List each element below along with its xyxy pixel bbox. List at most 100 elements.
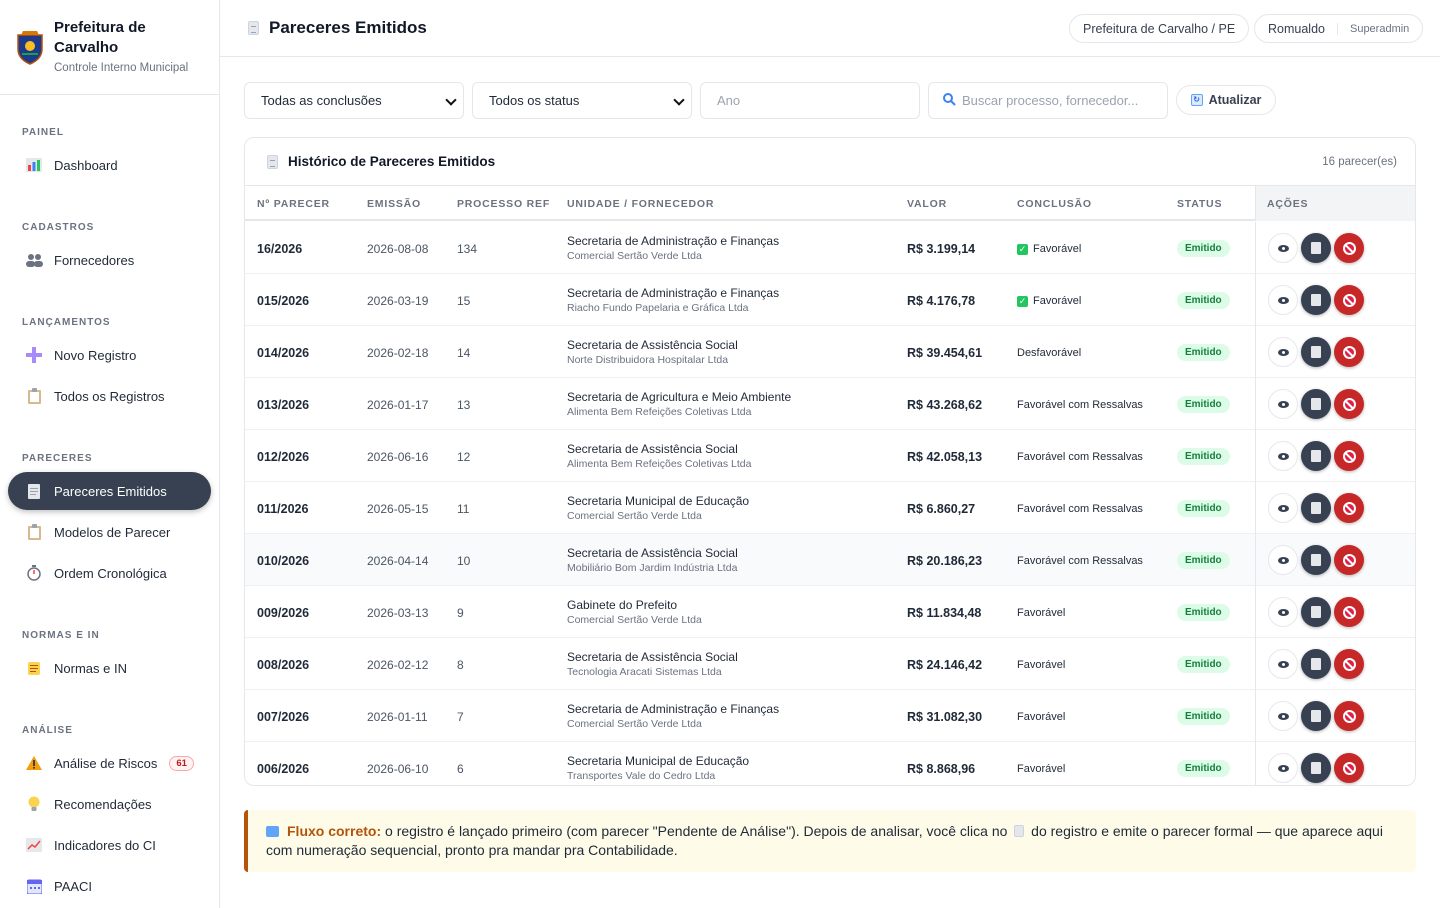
amount: R$ 6.860,27	[907, 502, 976, 516]
document-button[interactable]	[1301, 389, 1331, 419]
cancel-button[interactable]	[1334, 441, 1364, 471]
sidebar-item-todos-registros[interactable]: Todos os Registros	[8, 377, 211, 415]
ban-icon	[1342, 501, 1356, 515]
conclusion-filter-select[interactable]: Todas as conclusões	[244, 82, 464, 119]
parecer-number: 16/2026	[257, 242, 303, 256]
status-badge: Emitido	[1177, 708, 1230, 725]
cancel-button[interactable]	[1334, 285, 1364, 315]
table-row[interactable]: 013/2026 2026-01-17 13 Secretaria de Agricu…	[245, 378, 1415, 430]
document-button[interactable]	[1301, 753, 1331, 783]
cancel-button[interactable]	[1334, 753, 1364, 783]
user-menu[interactable]: Romualdo Superadmin	[1254, 14, 1424, 43]
document-button[interactable]	[1301, 233, 1331, 263]
view-button[interactable]	[1268, 389, 1298, 419]
users-icon	[24, 250, 44, 270]
emission-date: 2026-03-13	[367, 606, 429, 620]
unit-name: Gabinete do Prefeito	[567, 598, 678, 612]
table-row[interactable]: 007/2026 2026-01-11 7 Secretaria de Adminis…	[245, 690, 1415, 742]
table-row[interactable]: 015/2026 2026-03-19 15 Secretaria de Admini…	[245, 274, 1415, 326]
view-button[interactable]	[1268, 545, 1298, 575]
user-name: Romualdo	[1268, 21, 1325, 36]
view-button[interactable]	[1268, 753, 1298, 783]
parecer-number: 012/2026	[257, 450, 310, 464]
emission-date: 2026-05-15	[367, 502, 429, 516]
process-ref: 15	[457, 294, 471, 308]
card-header: Histórico de Pareceres Emitidos 16 parec…	[245, 138, 1415, 186]
sidebar-item-indicadores[interactable]: Indicadores do CI	[8, 826, 211, 864]
amount: R$ 31.082,30	[907, 710, 983, 724]
sidebar-item-analise-riscos[interactable]: Análise de Riscos 61	[8, 744, 211, 782]
stopwatch-icon	[24, 563, 44, 583]
parecer-number: 007/2026	[257, 710, 310, 724]
conclusion: Desfavorável	[1017, 347, 1081, 359]
sidebar-item-normas-in[interactable]: Normas e IN	[8, 649, 211, 687]
cancel-button[interactable]	[1334, 337, 1364, 367]
document-button[interactable]	[1301, 545, 1331, 575]
table-row[interactable]: 011/2026 2026-05-15 11 Secretaria Municipal…	[245, 482, 1415, 534]
cancel-button[interactable]	[1334, 389, 1364, 419]
document-button[interactable]	[1301, 701, 1331, 731]
document-button[interactable]	[1301, 493, 1331, 523]
workflow-note: Fluxo correto: o registro é lançado prim…	[244, 810, 1416, 872]
cancel-button[interactable]	[1334, 493, 1364, 523]
conclusion-text: Desfavorável	[1017, 347, 1082, 359]
table-row[interactable]: 012/2026 2026-06-16 12 Secretaria de Assist…	[245, 430, 1415, 482]
sidebar-item-modelos-parecer[interactable]: Modelos de Parecer	[8, 513, 211, 551]
year-input[interactable]: Ano	[700, 82, 920, 119]
supplier-name: Comercial Sertão Verde Ltda	[567, 250, 702, 262]
document-button[interactable]	[1301, 597, 1331, 627]
amount: R$ 42.058,13	[907, 450, 983, 464]
cancel-button[interactable]	[1334, 649, 1364, 679]
row-actions	[1255, 742, 1415, 785]
cancel-button[interactable]	[1334, 545, 1364, 575]
sidebar-item-pareceres-emitidos[interactable]: Pareceres Emitidos	[8, 472, 211, 510]
conclusion-text: Favorável	[1033, 243, 1082, 255]
view-button[interactable]	[1268, 701, 1298, 731]
document-icon	[1311, 762, 1321, 774]
table-row[interactable]: 16/2026 2026-08-08 134 Secretaria de Admini…	[245, 222, 1415, 274]
status-filter-select[interactable]: Todos os status	[472, 82, 692, 119]
document-button[interactable]	[1301, 285, 1331, 315]
unit-name: Secretaria de Assistência Social	[567, 442, 738, 456]
ban-icon	[1342, 709, 1356, 723]
ban-icon	[1342, 397, 1356, 411]
document-button[interactable]	[1301, 649, 1331, 679]
document-button[interactable]	[1301, 441, 1331, 471]
cancel-button[interactable]	[1334, 701, 1364, 731]
status-badge: Emitido	[1177, 604, 1230, 621]
table-row[interactable]: 010/2026 2026-04-14 10 Secretaria de Assist…	[245, 534, 1415, 586]
col-unidade: UNIDADE / FORNECEDOR	[567, 198, 715, 210]
sidebar-item-recomendacoes[interactable]: Recomendações	[8, 785, 211, 823]
table-row[interactable]: 008/2026 2026-02-12 8 Secretaria de Assistê…	[245, 638, 1415, 690]
sidebar-item-novo-registro[interactable]: Novo Registro	[8, 336, 211, 374]
view-button[interactable]	[1268, 285, 1298, 315]
view-button[interactable]	[1268, 233, 1298, 263]
sidebar-item-paaci[interactable]: PAACI	[8, 867, 211, 905]
document-icon	[267, 154, 278, 169]
table-row[interactable]: 006/2026 2026-06-10 6 Secretaria Municipal …	[245, 742, 1415, 785]
trend-chart-icon	[24, 835, 44, 855]
sidebar-item-ordem-cronologica[interactable]: Ordem Cronológica	[8, 554, 211, 592]
conclusion-filter-value: Todas as conclusões	[261, 93, 382, 108]
status-badge: Emitido	[1177, 292, 1230, 309]
sidebar-item-fornecedores[interactable]: Fornecedores	[8, 241, 211, 279]
conclusion-text: Favorável	[1017, 607, 1066, 619]
search-input[interactable]: Buscar processo, fornecedor...	[928, 82, 1168, 119]
view-button[interactable]	[1268, 493, 1298, 523]
cancel-button[interactable]	[1334, 597, 1364, 627]
table-row[interactable]: 009/2026 2026-03-13 9 Gabinete do Prefeito C…	[245, 586, 1415, 638]
sidebar-item-dashboard[interactable]: Dashboard	[8, 146, 211, 184]
refresh-button[interactable]: ↻ Atualizar	[1176, 85, 1276, 115]
view-button[interactable]	[1268, 337, 1298, 367]
supplier-name: Comercial Sertão Verde Ltda	[567, 510, 702, 522]
org-name: Prefeitura de Carvalho / PE	[1083, 21, 1236, 36]
top-bar: Pareceres Emitidos Prefeitura de Carvalh…	[220, 0, 1440, 57]
view-button[interactable]	[1268, 441, 1298, 471]
cancel-button[interactable]	[1334, 233, 1364, 263]
table-row[interactable]: 014/2026 2026-02-18 14 Secretaria de Assist…	[245, 326, 1415, 378]
view-button[interactable]	[1268, 649, 1298, 679]
org-selector[interactable]: Prefeitura de Carvalho / PE	[1069, 14, 1250, 43]
process-ref: 7	[457, 710, 464, 724]
document-button[interactable]	[1301, 337, 1331, 367]
view-button[interactable]	[1268, 597, 1298, 627]
